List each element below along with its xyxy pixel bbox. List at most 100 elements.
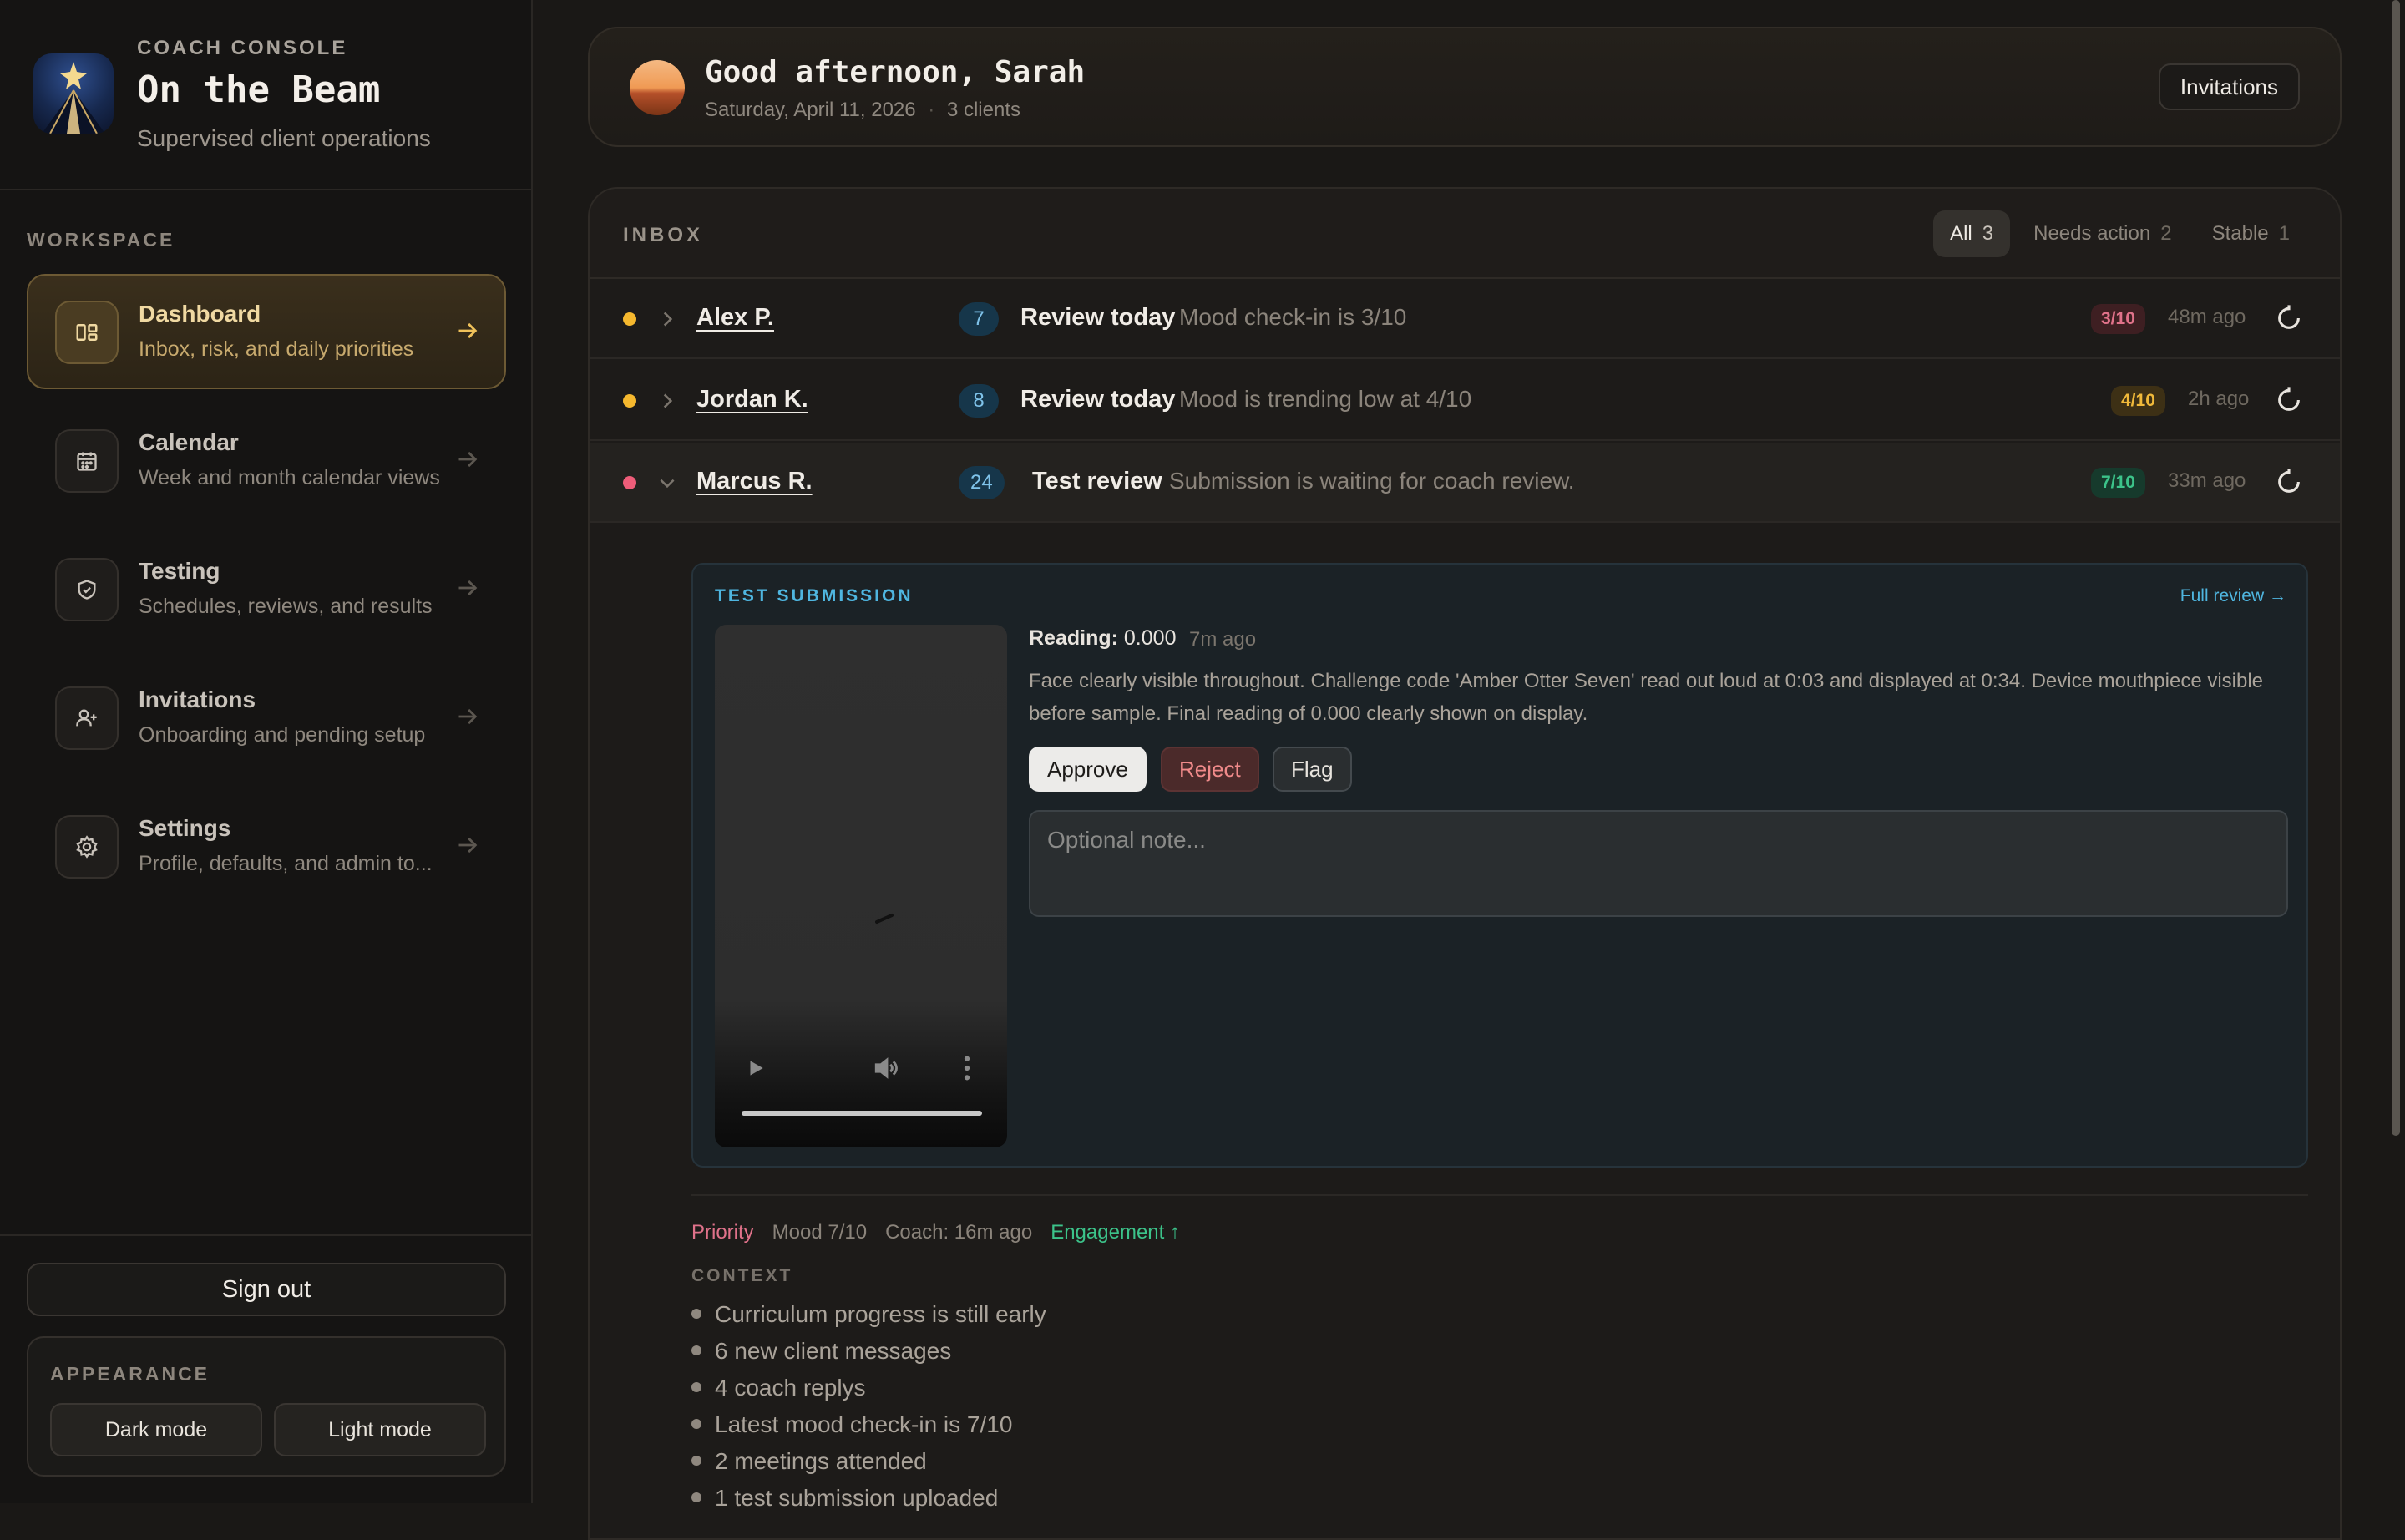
light-mode-button[interactable]: Light mode [274,1403,486,1456]
volume-icon[interactable] [872,1054,902,1082]
inbox-row[interactable]: Marcus R. 24 Test review Submission is w… [590,443,2340,523]
mood-score-badge: 7/10 [2091,468,2145,498]
appearance-panel: APPEARANCE Dark mode Light mode [27,1336,506,1477]
sidebar-item-invitations[interactable]: Invitations Onboarding and pending setup [27,660,506,775]
video-player[interactable] [715,625,1007,1147]
coach-tag: Coach: 16m ago [885,1221,1033,1244]
nav-description: Inbox, risk, and daily priorities [139,337,414,361]
filter-stable[interactable]: Stable 1 [2195,210,2306,257]
sidebar-item-testing[interactable]: Testing Schedules, reviews, and results [27,531,506,646]
list-item: 2 meetings attended [691,1443,1046,1480]
reading-time-ago: 7m ago [1189,628,1257,651]
filter-count: 1 [2278,222,2290,245]
refresh-icon[interactable] [2275,386,2303,414]
nav-title: Settings [139,815,231,841]
refresh-icon[interactable] [2275,468,2303,496]
arrow-right-icon [458,580,478,596]
status-dot [623,476,636,489]
filter-all[interactable]: All 3 [1933,210,2011,257]
dark-mode-button[interactable]: Dark mode [50,1403,262,1456]
nav-description: Schedules, reviews, and results [139,595,433,618]
row-title: Review today [1020,386,1176,413]
row-title: Test review [1032,468,1162,494]
status-dot [623,312,636,326]
refresh-icon[interactable] [2275,304,2303,332]
invitations-button[interactable]: Invitations [2158,63,2300,110]
test-submission-card: TEST SUBMISSION Full review → Reading: 0… [691,563,2308,1168]
list-item: 4 coach replys [691,1370,1046,1406]
video-progress-bar[interactable] [742,1111,982,1116]
flag-button[interactable]: Flag [1273,747,1352,792]
reading-value: Reading: 0.000 [1029,626,1176,651]
mood-score-badge: 4/10 [2111,386,2165,416]
inbox-row[interactable]: Jordan K. 8 Review today Mood is trendin… [590,361,2340,441]
list-item: 1 test submission uploaded [691,1480,1046,1517]
sidebar-footer-divider [0,1234,531,1236]
row-description: Mood check-in is 3/10 [1179,304,1407,330]
full-review-link[interactable]: Full review → [2180,586,2286,606]
client-name-link[interactable]: Alex P. [696,304,774,332]
context-label: CONTEXT [691,1266,793,1285]
separator: · [928,99,935,121]
reading-label: Reading: [1029,626,1118,650]
row-description: Submission is waiting for coach review. [1169,468,1575,494]
filter-needs-action[interactable]: Needs action 2 [2017,210,2188,257]
nav-title: Dashboard [139,301,261,327]
filter-count: 3 [1982,222,1994,245]
nav-title: Invitations [139,686,256,712]
page-scrollbar[interactable] [2392,0,2400,1136]
sidebar-item-dashboard[interactable]: Dashboard Inbox, risk, and daily priorit… [27,274,506,389]
optional-note-textarea[interactable]: Optional note... [1029,810,2288,917]
inbox-row[interactable]: Alex P. 7 Review today Mood check-in is … [590,279,2340,359]
context-list: Curriculum progress is still early 6 new… [691,1296,1046,1517]
engagement-tag: Engagement ↑ [1051,1221,1180,1244]
client-name-link[interactable]: Marcus R. [696,468,813,495]
row-title: Review today [1020,304,1176,331]
chevron-right-icon[interactable] [656,389,678,413]
shield-icon [55,558,119,621]
loading-spinner-icon [875,914,894,924]
greeting-title: Good afternoon, Sarah [705,55,1086,89]
play-icon[interactable] [745,1056,767,1081]
client-count: 3 clients [946,99,1020,121]
add-user-icon [55,686,119,750]
dashboard-icon [55,301,119,364]
list-item: Curriculum progress is still early [691,1296,1046,1333]
time-ago: 2h ago [2188,388,2250,410]
inbox-header: INBOX All 3 Needs action 2 Stable 1 [590,189,2340,279]
count-badge: 8 [959,384,999,418]
sidebar-item-settings[interactable]: Settings Profile, defaults, and admin to… [27,788,506,904]
time-ago: 33m ago [2168,469,2246,492]
more-options-icon[interactable] [962,1054,972,1082]
context-divider [691,1194,2308,1196]
gear-icon [55,815,119,879]
client-name-link[interactable]: Jordan K. [696,386,808,413]
filter-label: Needs action [2033,222,2151,245]
reading-number: 0.000 [1123,626,1177,650]
arrow-right-icon [458,837,478,854]
brand-logo [33,53,114,134]
app-title: On the Beam [137,68,381,111]
approve-button[interactable]: Approve [1029,747,1147,792]
greeting-header: Good afternoon, Sarah Saturday, April 11… [588,27,2342,147]
nav-description: Profile, defaults, and admin to... [139,852,433,875]
sign-out-button[interactable]: Sign out [27,1263,506,1316]
current-date: Saturday, April 11, 2026 [705,99,916,121]
count-badge: 24 [959,466,1005,499]
list-item: Latest mood check-in is 7/10 [691,1406,1046,1443]
inbox-panel: INBOX All 3 Needs action 2 Stable 1 Alex… [588,187,2342,1540]
priority-tag: Priority [691,1221,754,1244]
inbox-filters: All 3 Needs action 2 Stable 1 [1933,210,2306,257]
arrow-right-icon [458,322,478,339]
list-item: 6 new client messages [691,1333,1046,1370]
reject-button[interactable]: Reject [1161,747,1259,792]
inbox-title: INBOX [623,224,704,246]
submission-label: TEST SUBMISSION [715,586,914,605]
sidebar: COACH CONSOLE On the Beam Supervised cli… [0,0,533,1503]
calendar-icon [55,429,119,493]
arrow-right-icon [458,451,478,468]
chevron-right-icon[interactable] [656,307,678,331]
sidebar-item-calendar[interactable]: Calendar Week and month calendar views [27,403,506,518]
chevron-down-icon[interactable] [656,471,678,494]
appearance-label: APPEARANCE [50,1363,210,1385]
